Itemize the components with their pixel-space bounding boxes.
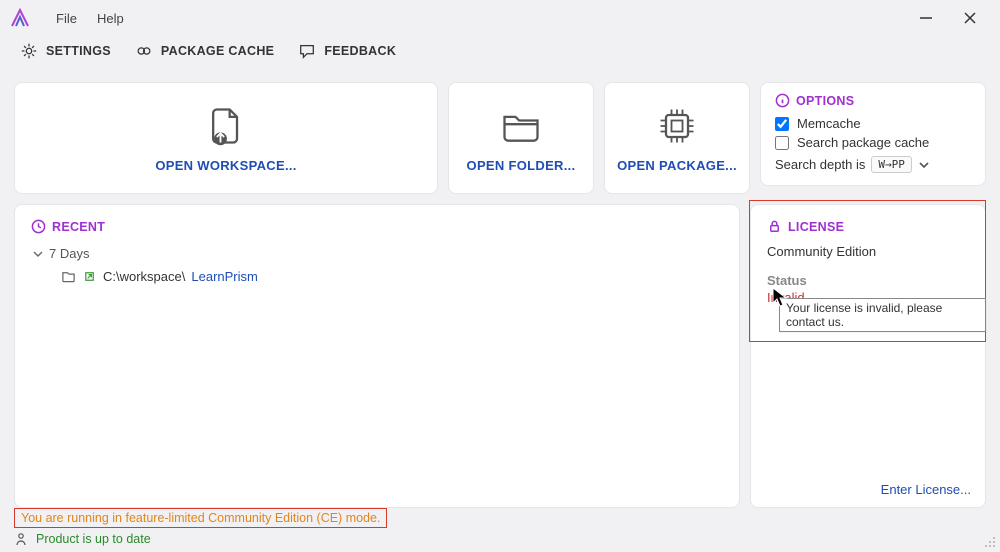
chevron-down-icon <box>33 249 43 259</box>
open-package-card[interactable]: OPEN PACKAGE... <box>604 82 750 194</box>
feedback-button[interactable]: FEEDBACK <box>298 42 396 60</box>
chevron-down-icon <box>918 159 930 171</box>
license-tooltip: Your license is invalid, please contact … <box>779 298 986 332</box>
recent-group-toggle[interactable]: 7 Days <box>33 246 723 261</box>
memcache-checkbox[interactable] <box>775 117 789 131</box>
package-cache-button[interactable]: PACKAGE CACHE <box>135 42 274 60</box>
chip-icon <box>655 104 699 148</box>
memcache-label: Memcache <box>797 116 861 131</box>
search-pkg-cache-checkbox[interactable] <box>775 136 789 150</box>
folder-icon <box>499 104 543 148</box>
license-title: LICENSE <box>788 220 844 234</box>
close-button[interactable] <box>948 4 992 32</box>
titlebar: File Help <box>0 0 1000 36</box>
options-title: OPTIONS <box>796 94 854 108</box>
update-status-row: Product is up to date <box>14 532 986 546</box>
feedback-label: FEEDBACK <box>324 44 396 58</box>
close-icon <box>963 11 977 25</box>
folder-small-icon <box>61 269 76 284</box>
open-workspace-label: OPEN WORKSPACE... <box>155 158 296 173</box>
info-icon <box>775 93 790 108</box>
search-depth-value: W→PP <box>871 156 912 173</box>
ce-mode-banner: You are running in feature-limited Commu… <box>14 508 387 528</box>
open-folder-card[interactable]: OPEN FOLDER... <box>448 82 594 194</box>
memcache-checkbox-row[interactable]: Memcache <box>775 116 971 131</box>
app-logo-icon <box>8 6 32 30</box>
recent-item-link[interactable]: LearnPrism <box>191 269 257 284</box>
search-depth-row[interactable]: Search depth is W→PP <box>775 156 971 173</box>
content-area: OPEN WORKSPACE... OPEN FOLDER... OPEN PA… <box>14 82 986 508</box>
person-icon <box>14 532 28 546</box>
search-pkg-cache-checkbox-row[interactable]: Search package cache <box>775 135 971 150</box>
update-status-text: Product is up to date <box>36 532 151 546</box>
settings-button[interactable]: SETTINGS <box>20 42 111 60</box>
open-package-label: OPEN PACKAGE... <box>617 158 737 173</box>
clock-icon <box>31 219 46 234</box>
menu-file[interactable]: File <box>46 7 87 30</box>
resize-grip-icon[interactable] <box>982 534 996 548</box>
license-edition: Community Edition <box>767 244 969 259</box>
settings-label: SETTINGS <box>46 44 111 58</box>
toolbar: SETTINGS PACKAGE CACHE FEEDBACK <box>0 36 1000 70</box>
license-panel: LICENSE Community Edition Status Invalid… <box>750 204 986 508</box>
recent-title: RECENT <box>52 220 105 234</box>
options-panel: OPTIONS Memcache Search package cache Se… <box>760 82 986 186</box>
lower-row: RECENT 7 Days C:\workspace\ LearnPrism LI… <box>14 204 986 508</box>
package-cache-icon <box>135 42 153 60</box>
minimize-button[interactable] <box>904 4 948 32</box>
minimize-icon <box>919 11 933 25</box>
options-column: OPTIONS Memcache Search package cache Se… <box>760 82 986 194</box>
recent-item-path: C:\workspace\ <box>103 269 185 284</box>
feedback-icon <box>298 42 316 60</box>
search-depth-prefix: Search depth is <box>775 157 865 172</box>
statusbar: You are running in feature-limited Commu… <box>14 508 986 546</box>
open-external-icon <box>82 269 97 284</box>
recent-panel: RECENT 7 Days C:\workspace\ LearnPrism <box>14 204 740 508</box>
enter-license-link[interactable]: Enter License... <box>881 482 971 497</box>
primary-action-row: OPEN WORKSPACE... OPEN FOLDER... OPEN PA… <box>14 82 986 194</box>
lock-icon <box>767 219 782 234</box>
open-workspace-card[interactable]: OPEN WORKSPACE... <box>14 82 438 194</box>
gear-icon <box>20 42 38 60</box>
license-status-label: Status <box>767 273 969 288</box>
search-pkg-cache-label: Search package cache <box>797 135 929 150</box>
package-cache-label: PACKAGE CACHE <box>161 44 274 58</box>
file-upload-icon <box>204 104 248 148</box>
menu-help[interactable]: Help <box>87 7 134 30</box>
recent-group-label: 7 Days <box>49 246 89 261</box>
recent-item[interactable]: C:\workspace\ LearnPrism <box>61 269 723 284</box>
open-folder-label: OPEN FOLDER... <box>467 158 576 173</box>
